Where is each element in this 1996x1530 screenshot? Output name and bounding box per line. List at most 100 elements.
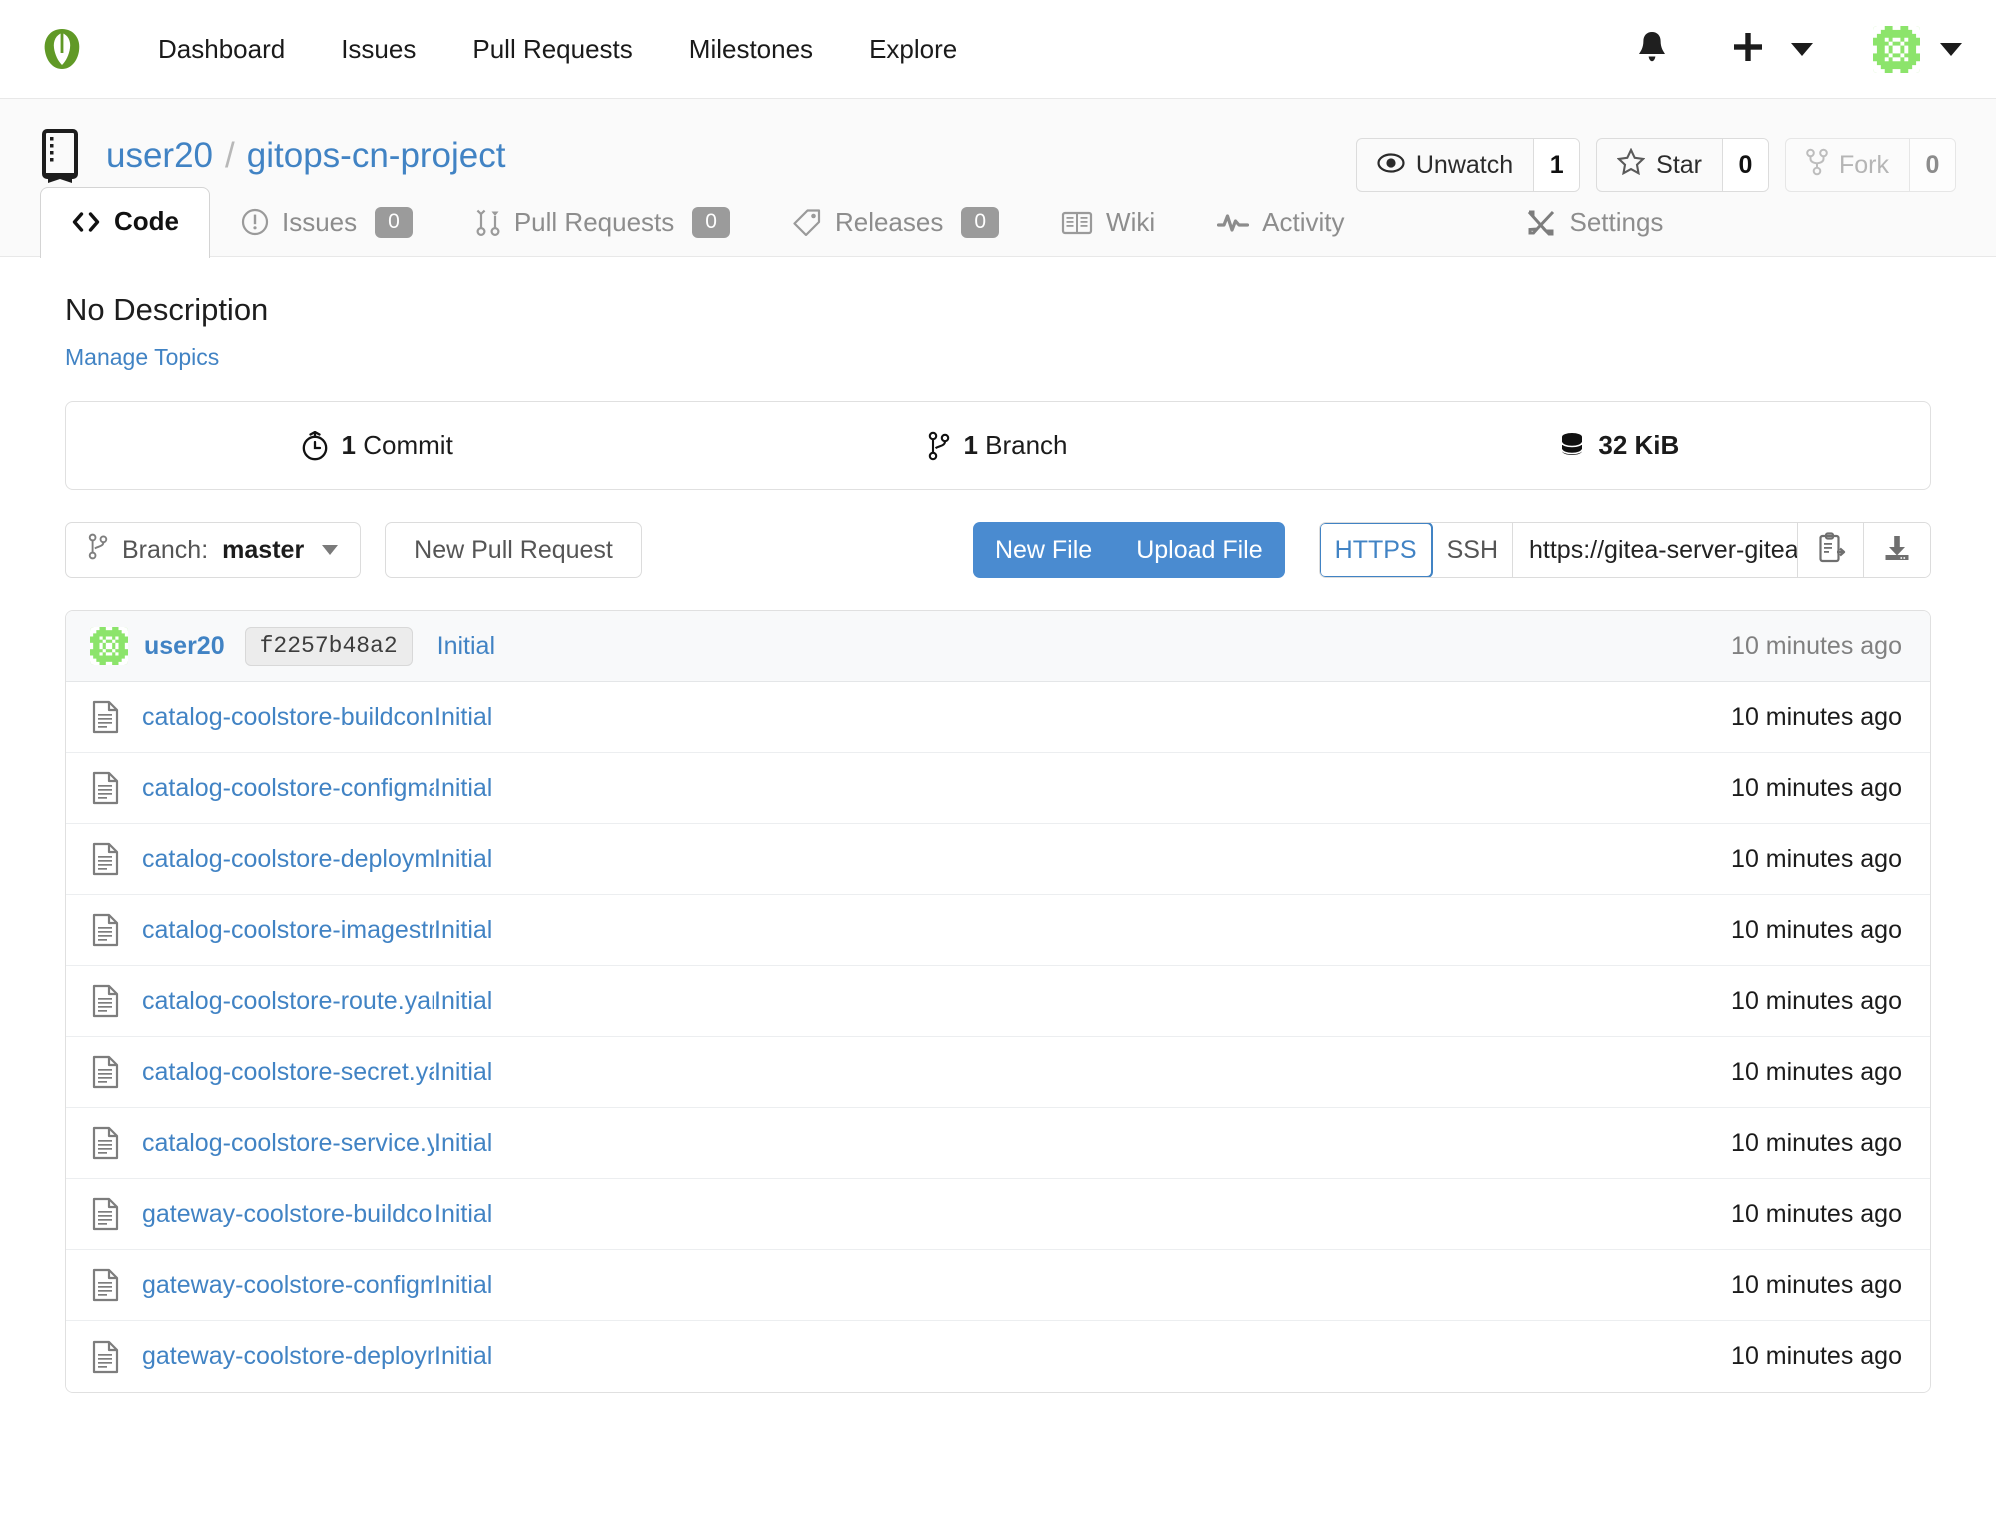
star-count[interactable]: 0 [1722, 139, 1768, 191]
file-commit-message-link[interactable]: Initial [434, 1058, 492, 1087]
download-zip-button[interactable] [1864, 523, 1930, 577]
file-commit-message-link[interactable]: Initial [434, 1129, 492, 1158]
repo-header: user20 / gitops-cn-project Unwatch 1 Sta… [0, 99, 1996, 258]
file-timestamp: 10 minutes ago [1731, 1128, 1902, 1157]
file-commit-message-link[interactable]: Initial [434, 774, 492, 803]
repo-book-icon [40, 129, 84, 183]
tab-issues-label: Issues [282, 206, 358, 237]
nav-link-dashboard[interactable]: Dashboard [130, 34, 313, 65]
file-timestamp: 10 minutes ago [1731, 1057, 1902, 1086]
copy-clone-url-button[interactable] [1798, 523, 1864, 577]
main-content: No Description Manage Topics 1 Commit 1 … [0, 257, 1996, 1393]
database-icon [1559, 431, 1585, 461]
create-new-button[interactable] [1713, 30, 1783, 69]
file-commit-message-link[interactable]: Initial [434, 916, 492, 945]
fork-button: Fork [1786, 139, 1909, 191]
clone-proto-ssh-button[interactable]: SSH [1432, 523, 1513, 577]
watch-count[interactable]: 1 [1533, 139, 1580, 191]
book-icon [1061, 210, 1093, 236]
star-button-group[interactable]: Star 0 [1596, 138, 1769, 192]
tab-wiki-label: Wiki [1106, 207, 1156, 237]
file-commit-message-link[interactable]: Initial [434, 703, 492, 732]
branch-icon [88, 533, 108, 567]
breadcrumb: user20 / gitops-cn-project [106, 136, 506, 176]
stat-branches[interactable]: 1 Branch [687, 402, 1308, 489]
branch-selector[interactable]: Branch: master [65, 522, 362, 578]
file-name-link[interactable]: catalog-coolstore-route.yaml [142, 987, 434, 1016]
file-name-link[interactable]: catalog-coolstore-service.y… [142, 1129, 434, 1158]
file-timestamp: 10 minutes ago [1731, 915, 1902, 944]
commit-author-link[interactable]: user20 [144, 632, 225, 661]
commit-message-link[interactable]: Initial [437, 632, 495, 661]
eye-icon [1377, 151, 1405, 180]
star-button[interactable]: Star [1597, 139, 1722, 191]
watch-button-group[interactable]: Unwatch 1 [1355, 138, 1581, 192]
tab-code[interactable]: Code [40, 187, 210, 258]
file-commit-message-link[interactable]: Initial [434, 1271, 492, 1300]
file-name-link[interactable]: catalog-coolstore-secret.ya… [142, 1058, 434, 1087]
new-pull-request-button[interactable]: New Pull Request [385, 522, 642, 578]
file-name-link[interactable]: gateway-coolstore-configm… [142, 1271, 434, 1300]
commit-sha-badge[interactable]: f2257b48a2 [244, 626, 413, 666]
tab-settings[interactable]: Settings [1495, 188, 1694, 257]
file-name-link[interactable]: catalog-coolstore-configma… [142, 774, 434, 803]
tab-releases[interactable]: Releases 0 [761, 188, 1030, 257]
file-commit-message-link[interactable]: Initial [434, 987, 492, 1016]
new-file-button[interactable]: New File [973, 522, 1114, 578]
clone-proto-https-button[interactable]: HTTPS [1319, 523, 1433, 577]
download-icon [1882, 533, 1912, 568]
stat-repo-size: 32 KiB [1309, 402, 1930, 489]
file-action-buttons: New File Upload File [972, 522, 1285, 578]
manage-topics-link[interactable]: Manage Topics [65, 344, 219, 371]
bell-icon [1637, 30, 1667, 69]
clock-history-icon [301, 430, 329, 461]
create-new-caret-button[interactable] [1783, 42, 1873, 56]
file-text-icon [90, 1268, 120, 1302]
nav-links: Dashboard Issues Pull Requests Milestone… [130, 34, 985, 65]
tab-pull-requests-badge: 0 [692, 206, 730, 238]
user-menu-caret-button[interactable] [1936, 42, 1962, 56]
file-text-icon [90, 1055, 120, 1089]
file-name-link[interactable]: catalog-coolstore-deploym… [142, 845, 434, 874]
upload-file-button[interactable]: Upload File [1114, 522, 1284, 578]
user-menu-button[interactable] [1873, 25, 1936, 73]
nav-link-issues[interactable]: Issues [313, 34, 444, 65]
unwatch-button[interactable]: Unwatch [1357, 139, 1533, 191]
file-name-link[interactable]: catalog-coolstore-imagestr… [142, 916, 434, 945]
nav-link-pull-requests[interactable]: Pull Requests [444, 34, 660, 65]
file-timestamp: 10 minutes ago [1731, 1342, 1902, 1370]
star-icon [1616, 147, 1646, 182]
file-commit-message-link[interactable]: Initial [434, 845, 492, 874]
file-commit-message-link[interactable]: Initial [434, 1342, 492, 1371]
breadcrumb-owner[interactable]: user20 [106, 136, 213, 176]
gitea-leaf-logo-icon[interactable] [40, 27, 84, 71]
nav-link-milestones[interactable]: Milestones [661, 34, 841, 65]
clone-proto-https-label: HTTPS [1334, 535, 1417, 564]
fork-count: 0 [1909, 139, 1955, 191]
file-name-link[interactable]: catalog-coolstore-buildcon… [142, 703, 434, 732]
tab-issues[interactable]: Issues 0 [210, 188, 444, 257]
file-commit-message-link[interactable]: Initial [434, 1200, 492, 1229]
table-row: catalog-coolstore-imagestr… Initial 10 min… [66, 895, 1930, 966]
clipboard-paste-icon [1816, 531, 1846, 569]
tab-wiki[interactable]: Wiki [1030, 188, 1186, 257]
nav-link-explore[interactable]: Explore [841, 34, 985, 65]
chevron-down-icon [1791, 42, 1813, 56]
table-row: catalog-coolstore-service.y… Initial 10 mi… [66, 1108, 1930, 1179]
tab-settings-label: Settings [1569, 207, 1664, 237]
tab-activity[interactable]: Activity [1186, 188, 1375, 257]
navbar-right-actions [1619, 25, 1962, 73]
file-name-link[interactable]: gateway-coolstore-deploym… [142, 1342, 434, 1371]
stat-commits[interactable]: 1 Commit [66, 402, 687, 489]
tab-pull-requests[interactable]: Pull Requests 0 [444, 188, 761, 257]
file-name-link[interactable]: gateway-coolstore-buildcon… [142, 1200, 434, 1229]
breadcrumb-repo-name[interactable]: gitops-cn-project [247, 136, 506, 176]
branch-icon [928, 431, 950, 461]
file-timestamp: 10 minutes ago [1731, 986, 1902, 1015]
notifications-button[interactable] [1619, 30, 1713, 69]
tab-releases-badge: 0 [961, 206, 1000, 238]
issue-exclamation-icon [241, 208, 269, 236]
toolbar-right-group: New File Upload File HTTPS SSH https://g… [972, 522, 1931, 578]
repo-description-block: No Description Manage Topics [40, 257, 1956, 371]
clone-url-input[interactable]: https://gitea-server-gitea.apps.c [1513, 523, 1798, 577]
